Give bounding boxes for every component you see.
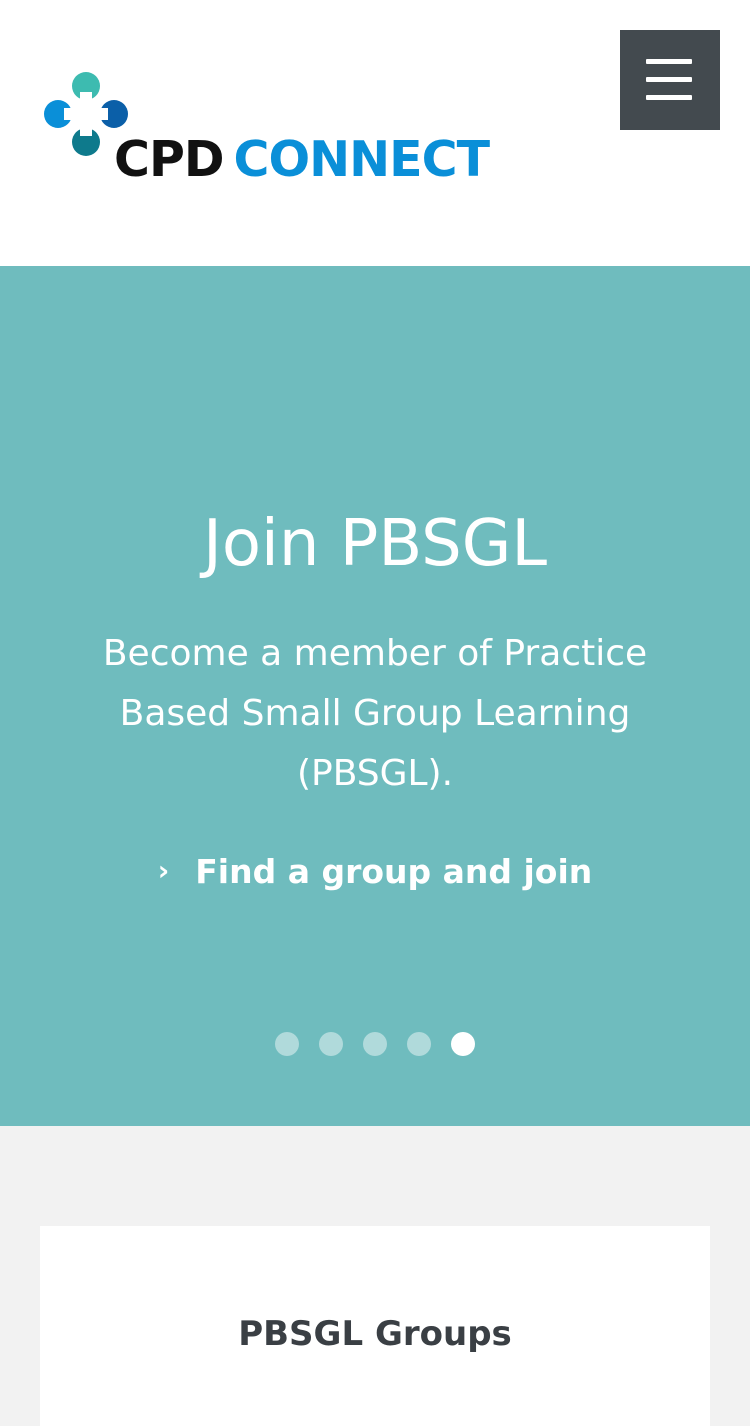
pbsgl-groups-card: PBSGL Groups xyxy=(40,1226,710,1426)
carousel-dot-1[interactable] xyxy=(275,1032,299,1056)
hamburger-icon-bar xyxy=(646,95,692,100)
hero-carousel: Join PBSGL Become a member of Practice B… xyxy=(0,266,750,1126)
card-title: PBSGL Groups xyxy=(238,1314,512,1354)
carousel-dot-2[interactable] xyxy=(319,1032,343,1056)
hamburger-icon xyxy=(646,59,692,64)
site-logo[interactable]: CPD CONNECT xyxy=(44,72,490,187)
logo-word-cpd: CPD xyxy=(114,131,225,188)
find-group-link-label: Find a group and join xyxy=(195,852,593,891)
hero-title: Join PBSGL xyxy=(203,507,547,581)
carousel-dot-5[interactable] xyxy=(451,1032,475,1056)
logo-wordmark: CPD CONNECT xyxy=(114,131,490,188)
carousel-dot-3[interactable] xyxy=(363,1032,387,1056)
site-header: CPD CONNECT xyxy=(0,0,750,266)
chevron-right-icon: › xyxy=(157,854,170,887)
carousel-dot-4[interactable] xyxy=(407,1032,431,1056)
menu-button[interactable] xyxy=(620,30,720,130)
hamburger-icon-bar xyxy=(646,77,692,82)
find-group-link[interactable]: › Find a group and join xyxy=(0,846,750,897)
hero-description: Become a member of Practice Based Small … xyxy=(102,633,648,794)
logo-word-connect: CONNECT xyxy=(233,131,490,188)
carousel-pagination xyxy=(0,1032,750,1056)
